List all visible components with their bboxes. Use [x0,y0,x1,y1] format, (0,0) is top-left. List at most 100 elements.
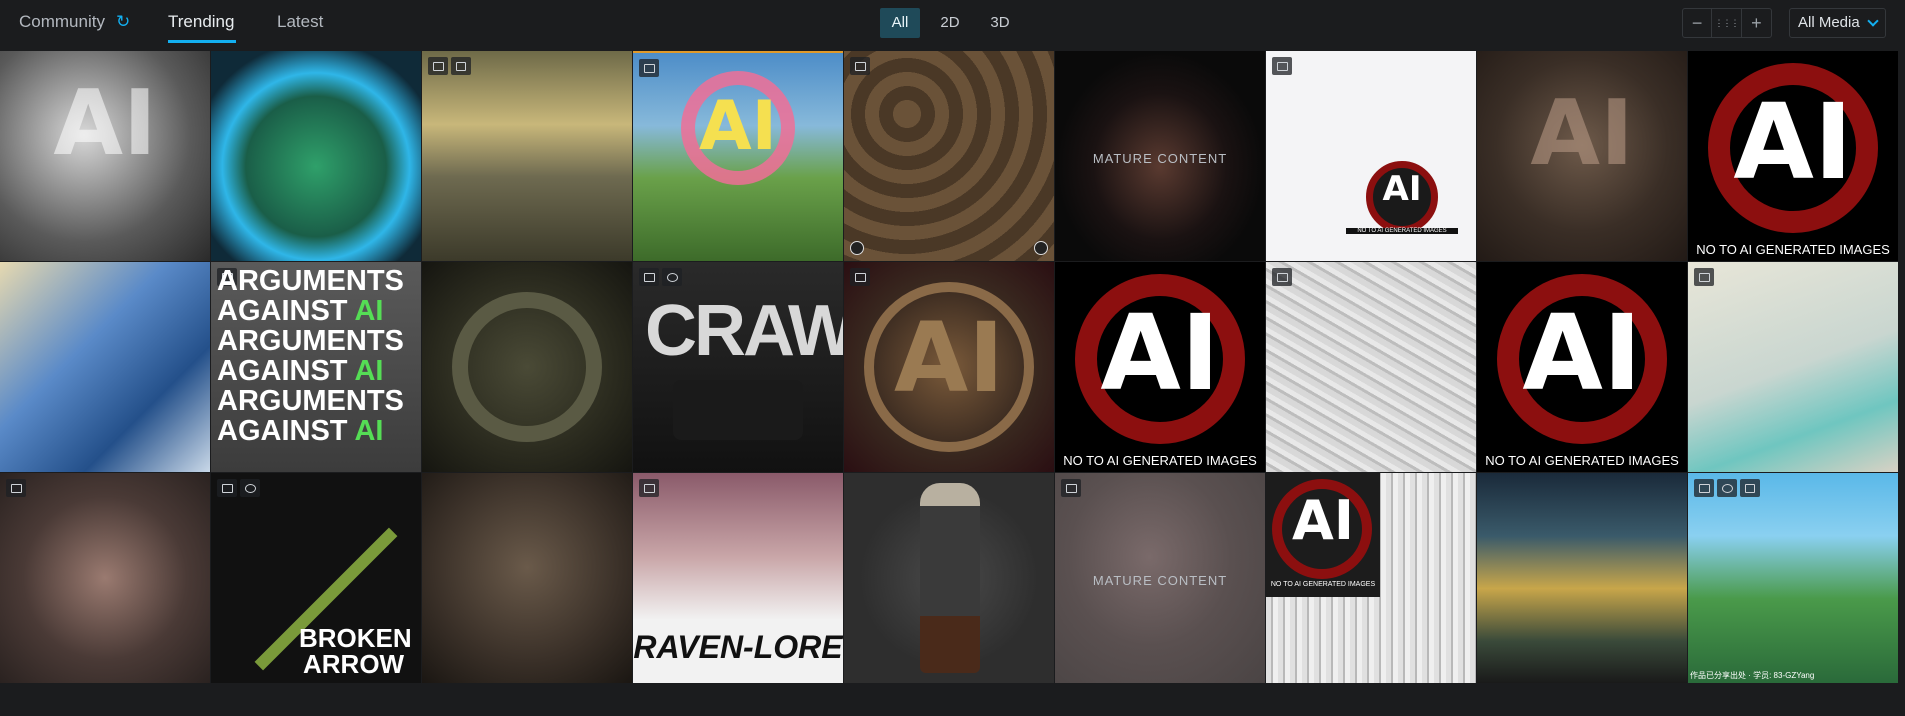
multi-image-icon [639,59,659,77]
artwork-tile[interactable]: AI NO TO AI GENERATED IMAGES [1266,473,1476,683]
software-icon [1034,241,1048,255]
tab-latest[interactable]: Latest [277,12,323,32]
artwork-signature: 作品已分享出处 · 学员: 83-GZYang [1690,671,1815,680]
args-line: AGAINST [217,295,348,327]
artwork-tile[interactable] [422,51,632,261]
character-figure [920,483,980,673]
ai-text: AI [1530,81,1634,186]
multi-image-icon [1272,268,1292,286]
zoom-out-button[interactable]: − [1683,9,1713,37]
no-ai-caption: NO TO AI GENERATED IMAGES [1063,453,1257,468]
no-ai-caption: NO TO AI GENERATED IMAGES [1270,581,1376,588]
artwork-tile[interactable] [0,473,210,683]
artwork-tile[interactable]: AI [0,51,210,261]
multi-image-icon [1694,268,1714,286]
artwork-tile[interactable]: 作品已分享出处 · 学员: 83-GZYang [1688,473,1898,683]
plus-icon: + [1751,12,1762,33]
ai-text: AI [1292,489,1354,552]
emblem-ring [452,292,602,442]
top-toolbar: Community ↻ Trending Latest All 2D 3D − … [0,0,1905,51]
multi-image-icon [1061,479,1081,497]
artwork-tile[interactable]: AI [633,51,843,261]
filter-3d[interactable]: 3D [980,8,1020,38]
args-line: ARGUMENTS [217,265,404,297]
ai-text: AI [53,71,157,176]
artwork-tile-mature[interactable]: MATURE CONTENT [1055,473,1265,683]
multi-image-icon [850,57,870,75]
refresh-icon[interactable]: ↻ [116,13,134,31]
ai-text: AI [1522,292,1642,414]
artwork-tile[interactable] [1266,262,1476,472]
args-ai: AI [354,415,384,447]
raven-lore-title: RAVEN-LORE [633,629,843,665]
process-icon [240,479,260,497]
software-icon [850,241,864,255]
multi-image-icon [428,57,448,75]
artwork-tile[interactable]: AI [1477,51,1687,261]
artwork-tile-mature[interactable]: MATURE CONTENT [1055,51,1265,261]
artwork-tile[interactable] [844,51,1054,261]
crawl-title: CRAWL [645,291,843,371]
tab-trending[interactable]: Trending [168,12,234,32]
args-line: AGAINST [217,415,348,447]
process-icon [662,268,682,286]
no-ai-caption: NO TO AI GENERATED IMAGES [1346,228,1458,234]
tab-community[interactable]: Community [19,12,105,32]
args-line: ARGUMENTS [217,325,404,357]
artwork-tile[interactable]: AI NO TO AI GENERATED IMAGES [1055,262,1265,472]
multi-image-icon [639,479,659,497]
mature-content-label: MATURE CONTENT [1092,151,1228,166]
artwork-tile[interactable]: BROKEN ARROW [211,473,421,683]
artwork-grid: AI AI MATURE CONTENT AI NO TO AI GENERAT… [0,51,1905,685]
args-ai: AI [354,295,384,327]
ai-text: AI [1733,81,1853,203]
minus-icon: − [1691,12,1703,33]
ai-text: AI [1100,292,1220,414]
video-icon [451,57,471,75]
multi-image-icon [1272,57,1292,75]
broken-text: BROKEN [299,623,412,653]
media-select-value: All Media [1798,14,1860,31]
artwork-tile[interactable]: AI [844,262,1054,472]
bottom-area [0,685,1905,716]
arrow-text: ARROW [303,649,405,679]
artwork-tile[interactable] [422,262,632,472]
mature-content-label: MATURE CONTENT [1092,573,1228,588]
artwork-tile[interactable] [1688,262,1898,472]
zoom-controls: − ⋮⋮⋮ + [1682,8,1772,38]
artwork-tile[interactable]: ARGUMENTS AGAINST AI ARGUMENTS AGAINST A… [211,262,421,472]
multi-image-icon [639,268,659,286]
chevron-down-icon [1867,15,1879,27]
multi-image-icon [850,268,870,286]
artwork-tile[interactable] [844,473,1054,683]
grid-size-button[interactable]: ⋮⋮⋮ [1712,9,1742,37]
artwork-tile[interactable] [1477,473,1687,683]
args-ai: AI [354,355,384,387]
args-line: ARGUMENTS [217,385,404,417]
args-line: AGAINST [217,355,348,387]
artwork-tile[interactable] [422,473,632,683]
video-icon [1740,479,1760,497]
process-icon [1717,479,1737,497]
artwork-tile[interactable] [211,51,421,261]
zoom-in-button[interactable]: + [1742,9,1771,37]
artwork-tile[interactable]: AI NO TO AI GENERATED IMAGES [1266,51,1476,261]
multi-image-icon [217,479,237,497]
no-ai-caption: NO TO AI GENERATED IMAGES [1485,453,1679,468]
ai-text: AI [893,302,1004,414]
multi-image-icon [1694,479,1714,497]
artwork-tile[interactable]: AI NO TO AI GENERATED IMAGES [1477,262,1687,472]
grid-icon: ⋮⋮⋮ [1714,17,1740,28]
filter-all[interactable]: All [880,8,920,38]
no-ai-caption: NO TO AI GENERATED IMAGES [1696,242,1890,257]
artwork-tile[interactable] [0,262,210,472]
media-type-select[interactable]: All Media [1789,8,1886,38]
artwork-tile[interactable]: AI NO TO AI GENERATED IMAGES [1688,51,1898,261]
artwork-tile[interactable]: RAVEN-LORE [633,473,843,683]
active-tab-indicator [168,40,236,43]
filter-2d[interactable]: 2D [930,8,970,38]
multi-image-icon [6,479,26,497]
artwork-tile[interactable]: CRAWL [633,262,843,472]
vehicle-shape [673,380,803,440]
ai-text: AI [1382,169,1422,209]
